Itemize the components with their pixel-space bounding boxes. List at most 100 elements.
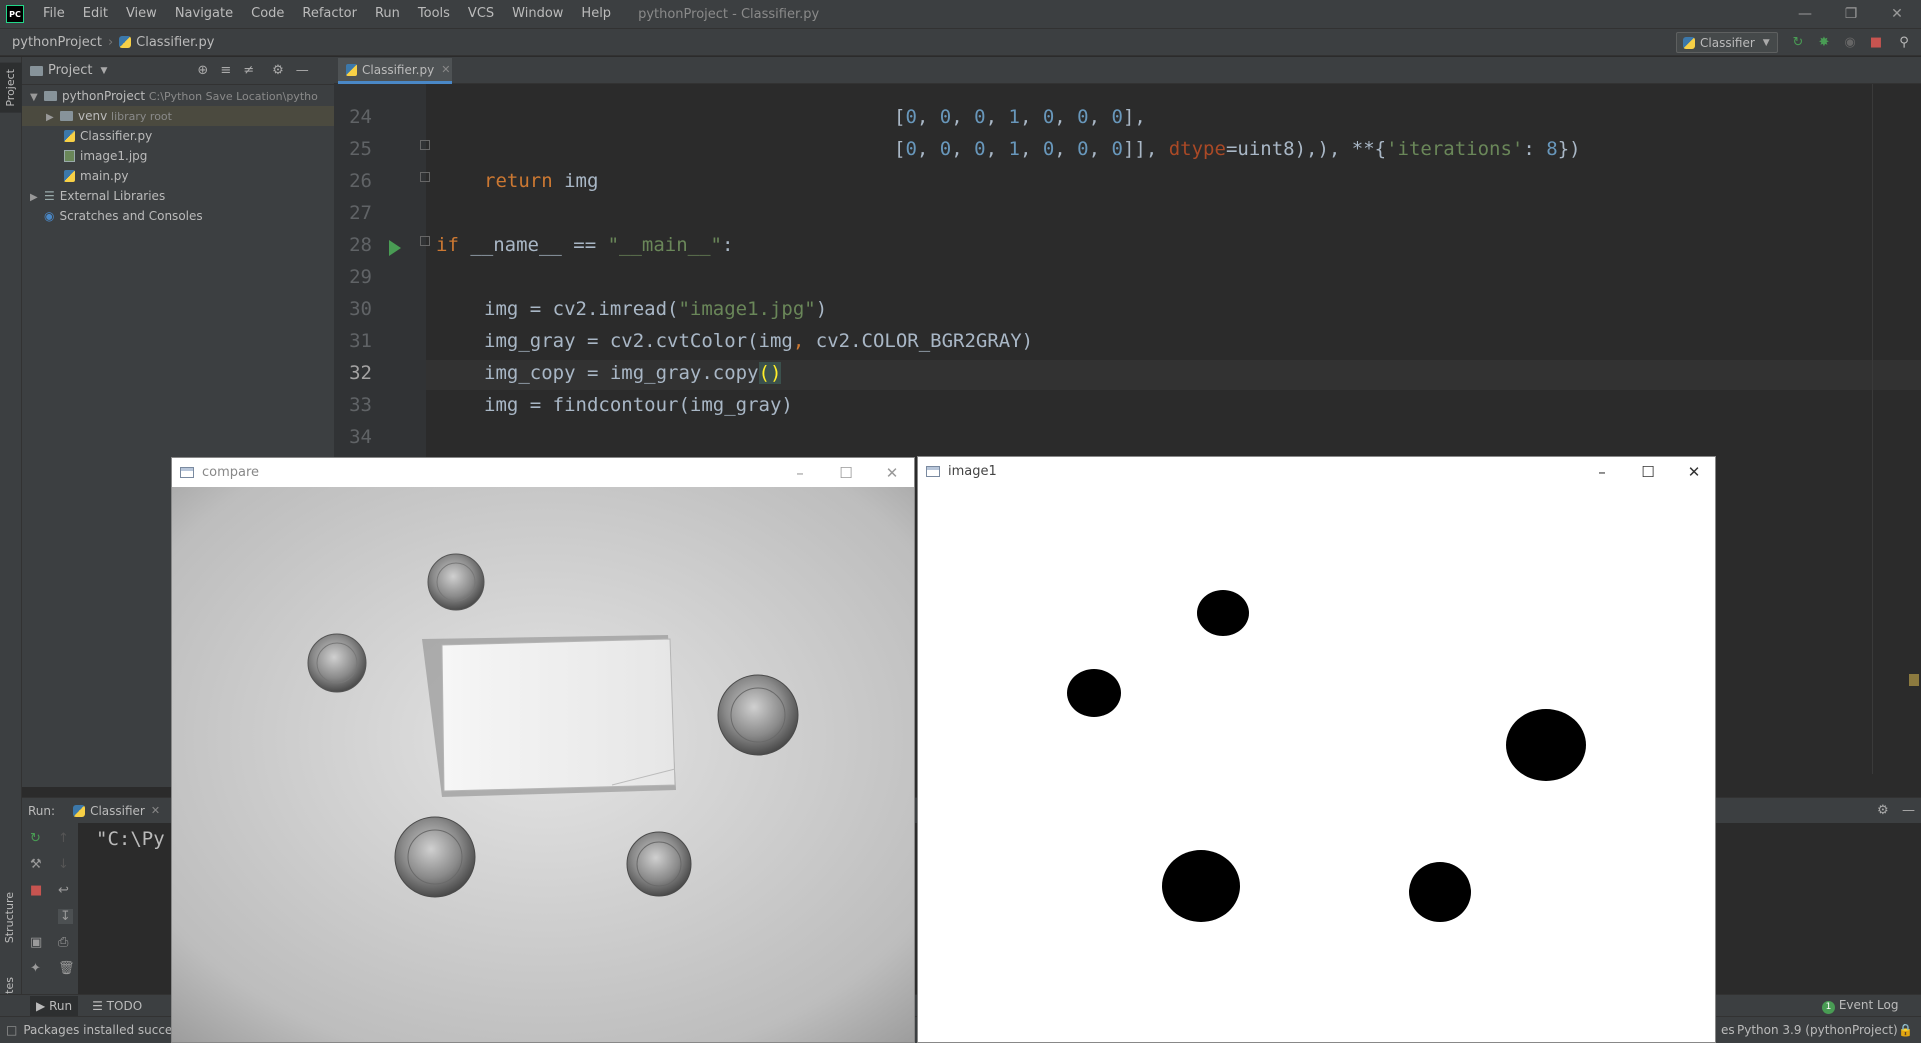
print-icon[interactable]: ⎙ <box>58 935 68 950</box>
menu-refactor[interactable]: Refactor <box>293 0 366 28</box>
python-file-icon <box>119 36 132 48</box>
project-panel-header: Project ▼ ⊕ ≡ ≠ ⚙ — <box>22 57 334 85</box>
menu-run[interactable]: Run <box>366 0 409 28</box>
tree-item-venv[interactable]: ▶ venv library root <box>22 106 334 126</box>
hide-icon[interactable]: — <box>296 63 309 78</box>
structure-tool-tab[interactable]: Structure <box>3 892 16 943</box>
project-tool-tab[interactable]: Project <box>0 63 22 113</box>
trash-icon[interactable]: 🗑 <box>58 961 75 976</box>
minimize-icon[interactable]: – <box>1579 457 1625 486</box>
project-panel-title[interactable]: Project <box>48 63 92 78</box>
chevron-down-icon: ▼ <box>30 92 38 103</box>
collapse-all-icon[interactable]: ≠ <box>243 63 254 78</box>
close-icon[interactable]: ✕ <box>869 458 914 487</box>
hide-icon[interactable]: — <box>1902 803 1915 818</box>
lock-icon[interactable]: 🔒 <box>1898 1023 1913 1037</box>
wrench-icon[interactable]: ⚒ <box>30 857 42 872</box>
restore-icon[interactable]: ❐ <box>1828 0 1874 28</box>
tree-item-label: External Libraries <box>59 189 166 203</box>
close-icon[interactable]: ✕ <box>1874 0 1920 28</box>
run-tab-classifier[interactable]: Classifier <box>90 804 145 818</box>
close-tab-icon[interactable]: ✕ <box>441 63 450 76</box>
chevron-down-icon[interactable]: ▼ <box>100 66 107 76</box>
menu-tools[interactable]: Tools <box>409 0 459 28</box>
cv-window-titlebar[interactable]: compare – ☐ ✕ <box>172 458 914 487</box>
left-tool-stripe: Project Structure Favorites <box>0 57 22 1027</box>
status-message[interactable]: Packages installed succes <box>23 1023 178 1037</box>
soft-wrap-icon[interactable]: ↩ <box>58 883 69 898</box>
code-line-32: img_copy = img_gray.copy() <box>484 362 782 384</box>
event-log-button[interactable]: 1 Event Log <box>1822 998 1898 1014</box>
tree-item-label: venv <box>78 109 108 123</box>
locate-icon[interactable]: ⊕ <box>197 63 208 78</box>
fold-marker-icon[interactable] <box>420 140 430 150</box>
run-gutter-icon[interactable] <box>389 240 401 256</box>
tree-item-external-libraries[interactable]: ▶ ☰ External Libraries <box>30 186 165 206</box>
arrow-down-icon[interactable]: ↓ <box>58 857 69 872</box>
search-icon[interactable]: ⚲ <box>1895 33 1913 51</box>
code-line-33: img = findcontour(img_gray) <box>484 394 793 416</box>
layout-icon[interactable]: ▣ <box>30 935 42 950</box>
scroll-marker <box>1909 674 1919 686</box>
debug-icon[interactable]: ✸ <box>1815 33 1833 51</box>
scratches-icon: ◉ <box>44 209 55 223</box>
bottom-tab-run[interactable]: ▶ Run <box>30 995 79 1016</box>
run-panel-label: Run: <box>28 803 56 818</box>
rerun-icon[interactable]: ↻ <box>30 831 41 846</box>
menu-view[interactable]: View <box>117 0 166 28</box>
breadcrumb-file[interactable]: Classifier.py <box>136 35 214 50</box>
tree-item-main[interactable]: main.py <box>64 166 129 186</box>
menu-edit[interactable]: Edit <box>74 0 117 28</box>
minimize-icon[interactable]: – <box>777 458 823 487</box>
line-number-current: 32 <box>349 362 372 384</box>
code-line-30: img = cv2.imread("image1.jpg") <box>484 298 828 320</box>
stop-icon[interactable]: ■ <box>1867 33 1885 51</box>
cv-window-titlebar[interactable]: image1 – ☐ ✕ <box>918 457 1715 486</box>
menu-file[interactable]: File <box>34 0 74 28</box>
tree-item-label: main.py <box>80 169 129 183</box>
bottom-tab-run-label: Run <box>49 998 73 1013</box>
menu-help[interactable]: Help <box>572 0 620 28</box>
cv-window-compare[interactable]: compare – ☐ ✕ <box>171 457 915 1043</box>
minimize-icon[interactable]: — <box>1782 0 1828 28</box>
editor-tab-classifier[interactable]: Classifier.py ✕ <box>338 58 452 84</box>
cv-window-image1[interactable]: image1 – ☐ ✕ <box>917 456 1716 1043</box>
tree-item-image1[interactable]: image1.jpg <box>64 146 147 166</box>
menu-code[interactable]: Code <box>242 0 293 28</box>
interpreter-status[interactable]: Python 3.9 (pythonProject) <box>1737 1023 1898 1037</box>
rerun-icon[interactable]: ↻ <box>1789 33 1807 51</box>
gear-icon[interactable]: ⚙ <box>1877 803 1889 818</box>
fold-marker-icon[interactable] <box>420 236 430 246</box>
line-number: 24 <box>349 106 372 128</box>
tree-item-note: library root <box>111 110 172 123</box>
stop-icon[interactable]: ■ <box>30 883 42 898</box>
maximize-icon[interactable]: ☐ <box>1625 457 1671 486</box>
gear-icon[interactable]: ⚙ <box>272 63 284 78</box>
blob <box>1197 590 1249 636</box>
bottom-tab-todo[interactable]: ☰ TODO <box>92 999 142 1013</box>
close-tab-icon[interactable]: ✕ <box>151 804 160 817</box>
menu-navigate[interactable]: Navigate <box>166 0 242 28</box>
menu-window[interactable]: Window <box>503 0 572 28</box>
folder-icon <box>60 111 73 121</box>
window-app-icon <box>926 466 940 477</box>
expand-all-icon[interactable]: ≡ <box>220 63 231 78</box>
tree-item-scratches[interactable]: ◉ Scratches and Consoles <box>44 206 203 226</box>
run-config-select[interactable]: Classifier ▼ <box>1676 32 1778 53</box>
close-icon[interactable]: ✕ <box>1671 457 1715 486</box>
tree-item-project-root[interactable]: ▼ pythonProject C:\Python Save Location\p… <box>30 86 318 106</box>
arrow-up-icon[interactable]: ↑ <box>58 831 69 846</box>
menu-vcs[interactable]: VCS <box>459 0 503 28</box>
cv-window-title: compare <box>202 465 260 480</box>
fold-marker-icon[interactable] <box>420 172 430 182</box>
pin-icon[interactable]: ✦ <box>30 961 41 976</box>
line-number: 31 <box>349 330 372 352</box>
scroll-to-end-icon[interactable]: ↧ <box>58 909 73 924</box>
blob <box>1067 669 1121 717</box>
maximize-icon[interactable]: ☐ <box>823 458 869 487</box>
code-line-26: return img <box>484 170 599 192</box>
tree-item-classifier[interactable]: Classifier.py <box>64 126 152 146</box>
bottom-tab-todo-label: TODO <box>106 998 143 1013</box>
coverage-icon[interactable]: ◉ <box>1841 33 1859 51</box>
breadcrumb-project[interactable]: pythonProject <box>12 35 102 50</box>
